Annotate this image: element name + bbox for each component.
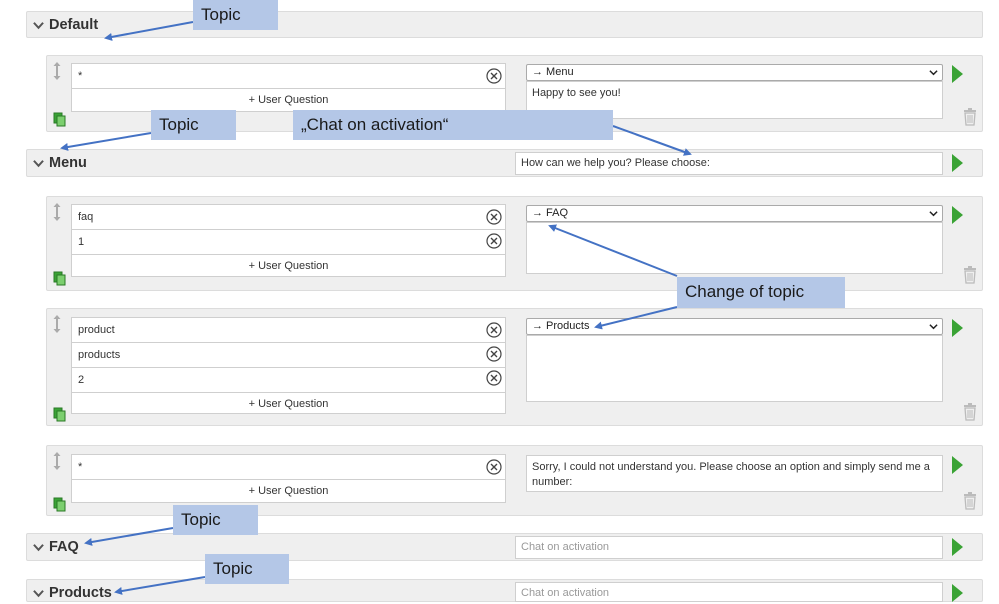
trash-icon[interactable] [963,492,977,510]
copy-icon[interactable] [53,271,66,286]
copy-icon[interactable] [53,407,66,422]
question-list: * + User Question [71,63,506,112]
annotation-callout: „Chat on activation“ [293,110,613,140]
response-text[interactable] [526,222,943,274]
send-play-icon[interactable] [951,455,964,475]
target-topic-select[interactable]: → FAQ [526,205,943,222]
target-topic-select[interactable]: → Products [526,318,943,335]
add-user-question-button[interactable]: + User Question [72,89,505,112]
trash-icon[interactable] [963,403,977,421]
question-list: * + User Question [71,454,506,503]
chevron-down-icon [929,211,938,217]
drag-handle-icon[interactable] [52,314,62,334]
question-list: product products 2 + User Question [71,317,506,414]
add-user-question-button[interactable]: + User Question [72,480,505,503]
send-play-icon[interactable] [951,153,964,173]
chevron-down-icon[interactable] [33,542,44,553]
chat-on-activation-input[interactable]: Chat on activation [515,536,943,559]
drag-handle-icon[interactable] [52,61,62,81]
remove-question-icon[interactable] [486,233,502,249]
question-item[interactable]: product [72,318,505,343]
response-text[interactable] [526,335,943,402]
chevron-down-icon[interactable] [33,588,44,599]
copy-icon[interactable] [53,497,66,512]
question-item[interactable]: * [72,455,505,480]
remove-question-icon[interactable] [486,68,502,84]
chevron-down-icon[interactable] [33,20,44,31]
question-item[interactable]: faq [72,205,505,230]
topic-title: FAQ [49,539,79,555]
question-item[interactable]: 1 [72,230,505,255]
annotation-callout: Topic [173,505,258,535]
add-user-question-button[interactable]: + User Question [72,393,505,416]
send-play-icon[interactable] [951,537,964,557]
remove-question-icon[interactable] [486,370,502,386]
chevron-down-icon [929,324,938,330]
question-item[interactable]: products [72,343,505,368]
annotation-callout: Topic [151,110,236,140]
remove-question-icon[interactable] [486,322,502,338]
chevron-down-icon[interactable] [33,158,44,169]
topic-title: Menu [49,155,87,171]
trash-icon[interactable] [963,266,977,284]
question-item[interactable]: * [72,64,505,89]
remove-question-icon[interactable] [486,209,502,225]
annotation-callout: Change of topic [677,277,845,308]
send-play-icon[interactable] [951,318,964,338]
topic-title: Default [49,17,99,33]
question-item[interactable]: 2 [72,368,505,393]
topic-title: Products [49,585,112,601]
annotation-arrow [60,132,152,151]
chat-on-activation-input[interactable]: How can we help you? Please choose: [515,152,943,175]
chat-on-activation-input[interactable]: Chat on activation [515,582,943,602]
send-play-icon[interactable] [951,583,964,602]
copy-icon[interactable] [53,112,66,127]
remove-question-icon[interactable] [486,459,502,475]
drag-handle-icon[interactable] [52,451,62,471]
response-text[interactable]: Sorry, I could not understand you. Pleas… [526,455,943,492]
trash-icon[interactable] [963,108,977,126]
annotation-callout: Topic [205,554,289,584]
chevron-down-icon [929,70,938,76]
remove-question-icon[interactable] [486,346,502,362]
target-topic-select[interactable]: → Menu [526,64,943,81]
add-user-question-button[interactable]: + User Question [72,255,505,278]
annotation-callout: Topic [193,0,278,30]
drag-handle-icon[interactable] [52,202,62,222]
question-list: faq 1 + User Question [71,204,506,277]
topic-header-default[interactable]: Default [26,11,983,38]
send-play-icon[interactable] [951,205,964,225]
send-play-icon[interactable] [951,64,964,84]
